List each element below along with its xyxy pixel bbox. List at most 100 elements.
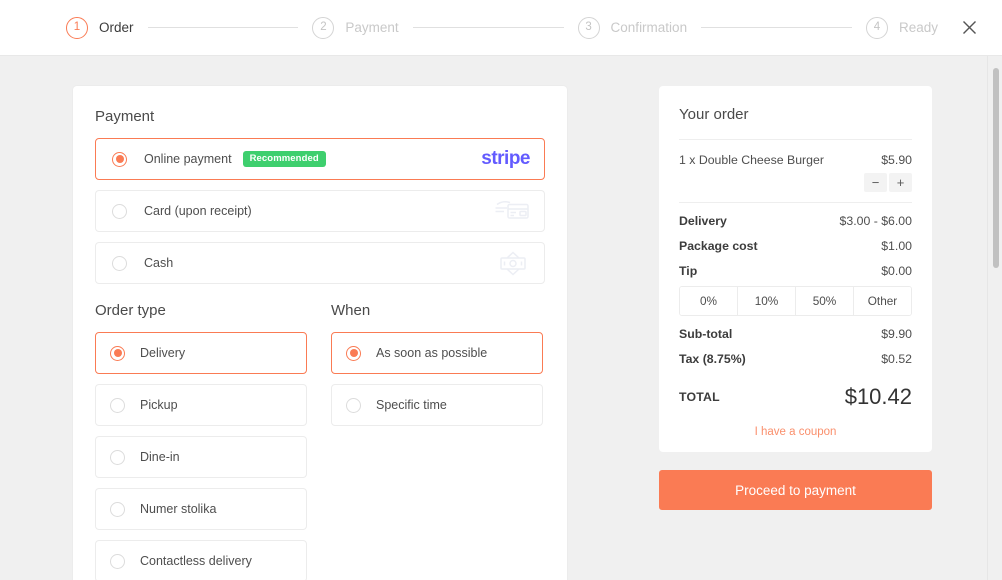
radio-icon-table-number <box>110 501 125 517</box>
quantity-stepper: − + <box>679 173 912 192</box>
tip-option-10[interactable]: 10% <box>738 287 796 315</box>
payment-option-online-right: stripe <box>481 148 530 170</box>
radio-icon-contactless <box>110 553 125 569</box>
radio-icon-asap <box>346 345 361 361</box>
step-order-label: Order <box>99 20 134 35</box>
order-type-option-pickup[interactable]: Pickup <box>95 384 307 426</box>
summary-row-delivery-label: Delivery <box>679 214 727 228</box>
stripe-logo-icon: stripe <box>481 148 530 169</box>
order-form-card: Payment Online payment Recommended strip… <box>73 86 567 580</box>
order-type-option-table-number[interactable]: Numer stolika <box>95 488 307 530</box>
increment-quantity-button[interactable]: + <box>889 173 912 192</box>
when-title: When <box>331 302 371 319</box>
radio-icon-card-payment <box>112 203 127 219</box>
order-type-option-table-number-label: Numer stolika <box>140 502 217 516</box>
checkout-content: Payment Online payment Recommended strip… <box>0 56 1002 580</box>
order-type-option-delivery-label: Delivery <box>140 346 186 360</box>
payment-option-card-label: Card (upon receipt) <box>144 204 252 218</box>
summary-row-package-cost: Package cost $1.00 <box>679 239 912 253</box>
order-line-item: 1 x Double Cheese Burger $5.90 − + <box>679 140 912 203</box>
payment-option-card[interactable]: Card (upon receipt) <box>95 190 545 232</box>
total-label: TOTAL <box>679 390 720 404</box>
close-button[interactable] <box>952 11 986 45</box>
payment-option-cash[interactable]: Cash <box>95 242 545 284</box>
checkout-header: 1 Order 2 Payment 3 Confirmation 4 Ready <box>0 0 1002 56</box>
banknote-icon <box>500 251 526 276</box>
tip-option-0[interactable]: 0% <box>680 287 738 315</box>
when-column: When As soon as possible Specific time <box>331 302 543 580</box>
step-connector-3 <box>701 27 852 28</box>
close-icon <box>962 21 976 34</box>
summary-row-total: TOTAL $10.42 <box>679 384 912 410</box>
summary-row-tax: Tax (8.75%) $0.52 <box>679 352 912 366</box>
step-ready[interactable]: 4 Ready <box>865 16 938 39</box>
summary-row-tip-label: Tip <box>679 264 698 278</box>
coupon-link[interactable]: I have a coupon <box>679 426 912 438</box>
card-swipe-icon <box>495 201 529 219</box>
order-type-title: Order type <box>95 302 166 319</box>
order-summary-column: Your order 1 x Double Cheese Burger $5.9… <box>659 86 932 510</box>
step-payment-number: 2 <box>312 16 335 39</box>
step-order-number: 1 <box>66 16 88 39</box>
scrollbar-thumb[interactable] <box>993 68 999 268</box>
radio-icon-delivery <box>110 345 125 361</box>
order-line-item-name: 1 x Double Cheese Burger <box>679 153 824 167</box>
step-order[interactable]: 1 Order <box>66 16 134 39</box>
step-confirmation-number: 3 <box>577 16 600 39</box>
order-type-option-dine-in[interactable]: Dine-in <box>95 436 307 478</box>
summary-row-tip: Tip $0.00 <box>679 264 912 278</box>
order-type-option-contactless[interactable]: Contactless delivery <box>95 540 307 580</box>
radio-icon-pickup <box>110 397 125 413</box>
radio-icon-specific-time <box>346 397 361 413</box>
when-option-asap-label: As soon as possible <box>376 346 488 360</box>
order-type-option-pickup-label: Pickup <box>140 398 178 412</box>
summary-row-subtotal: Sub-total $9.90 <box>679 327 912 341</box>
order-type-option-dine-in-label: Dine-in <box>140 450 180 464</box>
summary-row-tip-value: $0.00 <box>881 264 912 278</box>
tip-option-50[interactable]: 50% <box>796 287 854 315</box>
order-line-item-price: $5.90 <box>881 153 912 167</box>
summary-row-tax-value: $0.52 <box>881 352 912 366</box>
step-connector-1 <box>147 27 299 28</box>
step-payment-label: Payment <box>345 20 399 35</box>
tip-selector: 0% 10% 50% Other <box>679 286 912 316</box>
proceed-to-payment-button[interactable]: Proceed to payment <box>659 470 932 510</box>
summary-row-delivery-value: $3.00 - $6.00 <box>839 214 912 228</box>
recommended-badge: Recommended <box>242 151 326 167</box>
payment-option-cash-label: Cash <box>144 256 174 270</box>
vertical-scrollbar[interactable] <box>987 56 1002 580</box>
total-value: $10.42 <box>844 384 912 409</box>
order-type-option-contactless-label: Contactless delivery <box>140 554 252 568</box>
step-ready-label: Ready <box>898 20 938 35</box>
payment-option-cash-right <box>496 250 530 276</box>
summary-row-package-cost-label: Package cost <box>679 239 758 253</box>
order-line-item-top: 1 x Double Cheese Burger $5.90 <box>679 153 912 167</box>
order-type-option-delivery[interactable]: Delivery <box>95 332 307 374</box>
summary-row-delivery: Delivery $3.00 - $6.00 <box>679 214 912 228</box>
decrement-quantity-button[interactable]: − <box>864 173 887 192</box>
payment-section-title: Payment <box>95 108 155 125</box>
when-option-specific-time[interactable]: Specific time <box>331 384 543 426</box>
radio-icon-online-payment <box>112 151 127 167</box>
order-summary-title: Your order <box>679 106 912 140</box>
step-payment[interactable]: 2 Payment <box>312 16 399 39</box>
summary-row-package-cost-value: $1.00 <box>881 239 912 253</box>
checkout-stepper: 1 Order 2 Payment 3 Confirmation 4 Ready <box>66 16 938 39</box>
payment-option-card-right <box>494 198 530 224</box>
order-type-column: Order type Delivery Pickup Dine-in Numer… <box>95 302 307 580</box>
radio-icon-cash-payment <box>112 255 127 271</box>
step-confirmation-label: Confirmation <box>610 20 688 35</box>
summary-row-subtotal-label: Sub-total <box>679 327 733 341</box>
step-confirmation[interactable]: 3 Confirmation <box>577 16 688 39</box>
payment-option-online-label: Online payment <box>144 152 232 166</box>
step-ready-number: 4 <box>865 16 888 39</box>
when-option-asap[interactable]: As soon as possible <box>331 332 543 374</box>
summary-row-tax-label: Tax (8.75%) <box>679 352 746 366</box>
step-connector-2 <box>412 27 564 28</box>
payment-option-online[interactable]: Online payment Recommended stripe <box>95 138 545 180</box>
when-option-specific-time-label: Specific time <box>376 398 447 412</box>
order-options-columns: Order type Delivery Pickup Dine-in Numer… <box>95 302 545 580</box>
tip-option-other[interactable]: Other <box>854 287 911 315</box>
order-summary-card: Your order 1 x Double Cheese Burger $5.9… <box>659 86 932 452</box>
checkout-body: Payment Online payment Recommended strip… <box>0 56 1002 580</box>
